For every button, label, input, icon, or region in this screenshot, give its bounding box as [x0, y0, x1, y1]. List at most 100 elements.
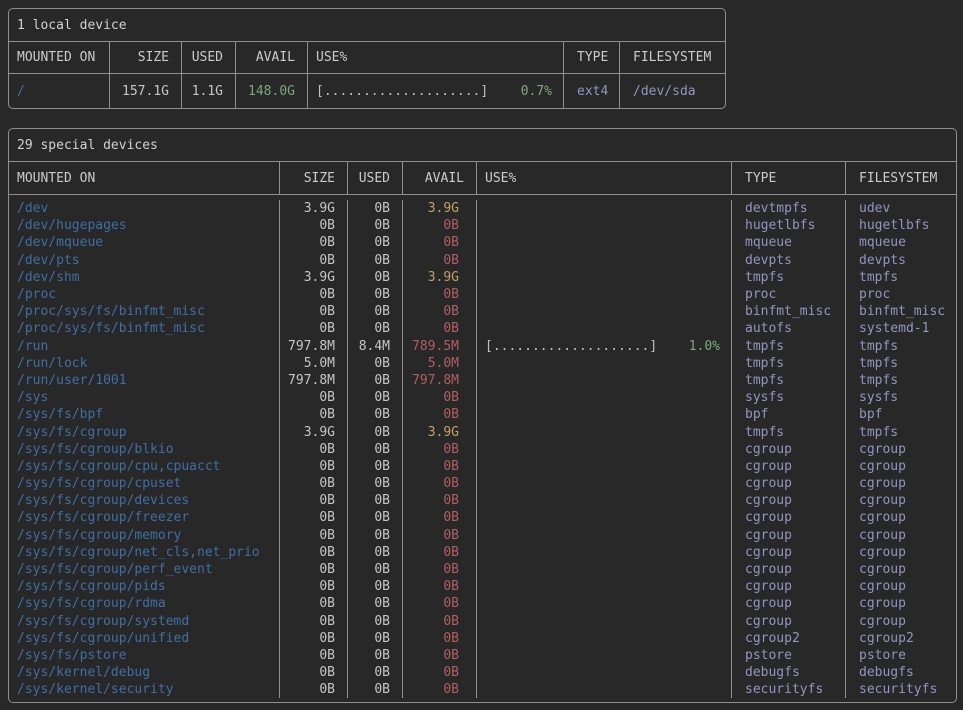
cell-size: 0B: [280, 647, 348, 664]
cell-filesystem: cgroup: [846, 595, 956, 612]
cell-filesystem: bpf: [846, 406, 956, 423]
cell-usage: [477, 389, 732, 406]
cell-used: 0B: [348, 681, 403, 698]
cell-size: 0B: [280, 320, 348, 337]
cell-size: 0B: [280, 458, 348, 475]
cell-size: 0B: [280, 595, 348, 612]
cell-type: autofs: [732, 320, 846, 337]
cell-mounted-on: /dev/pts: [9, 252, 280, 269]
cell-used: 0B: [348, 475, 403, 492]
cell-filesystem: cgroup: [846, 578, 956, 595]
cell-usage: [477, 217, 732, 234]
column-header: USED: [348, 162, 403, 194]
cell-used: 0B: [348, 269, 403, 286]
cell-used: 0B: [348, 544, 403, 561]
cell-filesystem: cgroup: [846, 544, 956, 561]
cell-usage: [477, 252, 732, 269]
cell-size: 0B: [280, 613, 348, 630]
terminal-screen: { "colors": { "background": "#282828", "…: [0, 0, 963, 710]
cell-filesystem: tmpfs: [846, 338, 956, 355]
cell-type: cgroup2: [732, 630, 846, 647]
cell-usage: [477, 441, 732, 458]
cell-mounted-on: /run/user/1001: [9, 372, 280, 389]
cell-type: debugfs: [732, 664, 846, 681]
cell-size: 0B: [280, 252, 348, 269]
cell-mounted-on: /sys: [9, 389, 280, 406]
cell-mounted-on: /sys/kernel/security: [9, 681, 280, 698]
column-header: USED: [182, 42, 236, 73]
cell-used: 0B: [348, 286, 403, 303]
cell-avail: 0B: [403, 303, 477, 320]
cell-avail: 0B: [403, 286, 477, 303]
cell-filesystem: sysfs: [846, 389, 956, 406]
cell-filesystem: debugfs: [846, 664, 956, 681]
cell-filesystem: cgroup: [846, 561, 956, 578]
cell-mounted-on: /sys/fs/cgroup: [9, 423, 280, 440]
cell-filesystem: devpts: [846, 252, 956, 269]
cell-avail: 0B: [403, 613, 477, 630]
cell-used: 0B: [348, 647, 403, 664]
cell-type: devpts: [732, 252, 846, 269]
cell-type: cgroup: [732, 613, 846, 630]
cell-size: 0B: [280, 664, 348, 681]
cell-size: 0B: [280, 578, 348, 595]
cell-size: 0B: [280, 217, 348, 234]
cell-avail: 0B: [403, 217, 477, 234]
cell-size: 3.9G: [280, 269, 348, 286]
cell-type: cgroup: [732, 527, 846, 544]
cell-type: cgroup: [732, 475, 846, 492]
cell-type: bpf: [732, 406, 846, 423]
cell-avail: 0B: [403, 509, 477, 526]
cell-size: 0B: [280, 681, 348, 698]
cell-filesystem: systemd-1: [846, 320, 956, 337]
cell-usage: [477, 458, 732, 475]
cell-usage: [477, 544, 732, 561]
cell-used: 0B: [348, 664, 403, 681]
cell-avail: 0B: [403, 561, 477, 578]
cell-usage: [477, 647, 732, 664]
cell-filesystem: cgroup: [846, 527, 956, 544]
cell-usage: [477, 613, 732, 630]
cell-mounted-on: /dev/mqueue: [9, 234, 280, 251]
cell-usage: [477, 200, 732, 217]
column-header: MOUNTED ON: [9, 42, 110, 73]
cell-size: 0B: [280, 441, 348, 458]
column-header: SIZE: [110, 42, 182, 73]
column-header: USE%: [308, 42, 564, 73]
cell-avail: 0B: [403, 544, 477, 561]
column-header: AVAIL: [403, 162, 477, 194]
cell-mounted-on: /dev/shm: [9, 269, 280, 286]
local-devices-table: 1 local device MOUNTED ONSIZEUSEDAVAILUS…: [8, 8, 726, 109]
cell-used: 0B: [348, 561, 403, 578]
cell-used: 8.4M: [348, 338, 403, 355]
cell-type: tmpfs: [732, 338, 846, 355]
cell-size: 0B: [280, 475, 348, 492]
cell-size: 157.1G: [110, 74, 182, 108]
table-body: /157.1G1.1G148.0G[....................]0…: [9, 74, 725, 108]
cell-used: 0B: [348, 389, 403, 406]
cell-mounted-on: /sys/fs/cgroup/systemd: [9, 613, 280, 630]
cell-mounted-on: /sys/fs/cgroup/freezer: [9, 509, 280, 526]
cell-mounted-on: /sys/fs/cgroup/blkio: [9, 441, 280, 458]
cell-avail: 0B: [403, 475, 477, 492]
cell-avail: 0B: [403, 458, 477, 475]
cell-usage: [477, 320, 732, 337]
cell-filesystem: cgroup2: [846, 630, 956, 647]
cell-avail: 0B: [403, 664, 477, 681]
cell-type: cgroup: [732, 595, 846, 612]
cell-type: sysfs: [732, 389, 846, 406]
special-devices-table: 29 special devices MOUNTED ONSIZEUSEDAVA…: [8, 128, 957, 703]
table-title: 1 local device: [9, 9, 725, 42]
cell-mounted-on: /run/lock: [9, 355, 280, 372]
cell-usage: [477, 630, 732, 647]
cell-usage: [477, 578, 732, 595]
cell-type: tmpfs: [732, 372, 846, 389]
cell-usage: [477, 372, 732, 389]
cell-used: 0B: [348, 578, 403, 595]
cell-type: proc: [732, 286, 846, 303]
cell-avail: 0B: [403, 492, 477, 509]
cell-avail: 3.9G: [403, 423, 477, 440]
cell-usage: [477, 406, 732, 423]
cell-filesystem: proc: [846, 286, 956, 303]
cell-used: 0B: [348, 406, 403, 423]
